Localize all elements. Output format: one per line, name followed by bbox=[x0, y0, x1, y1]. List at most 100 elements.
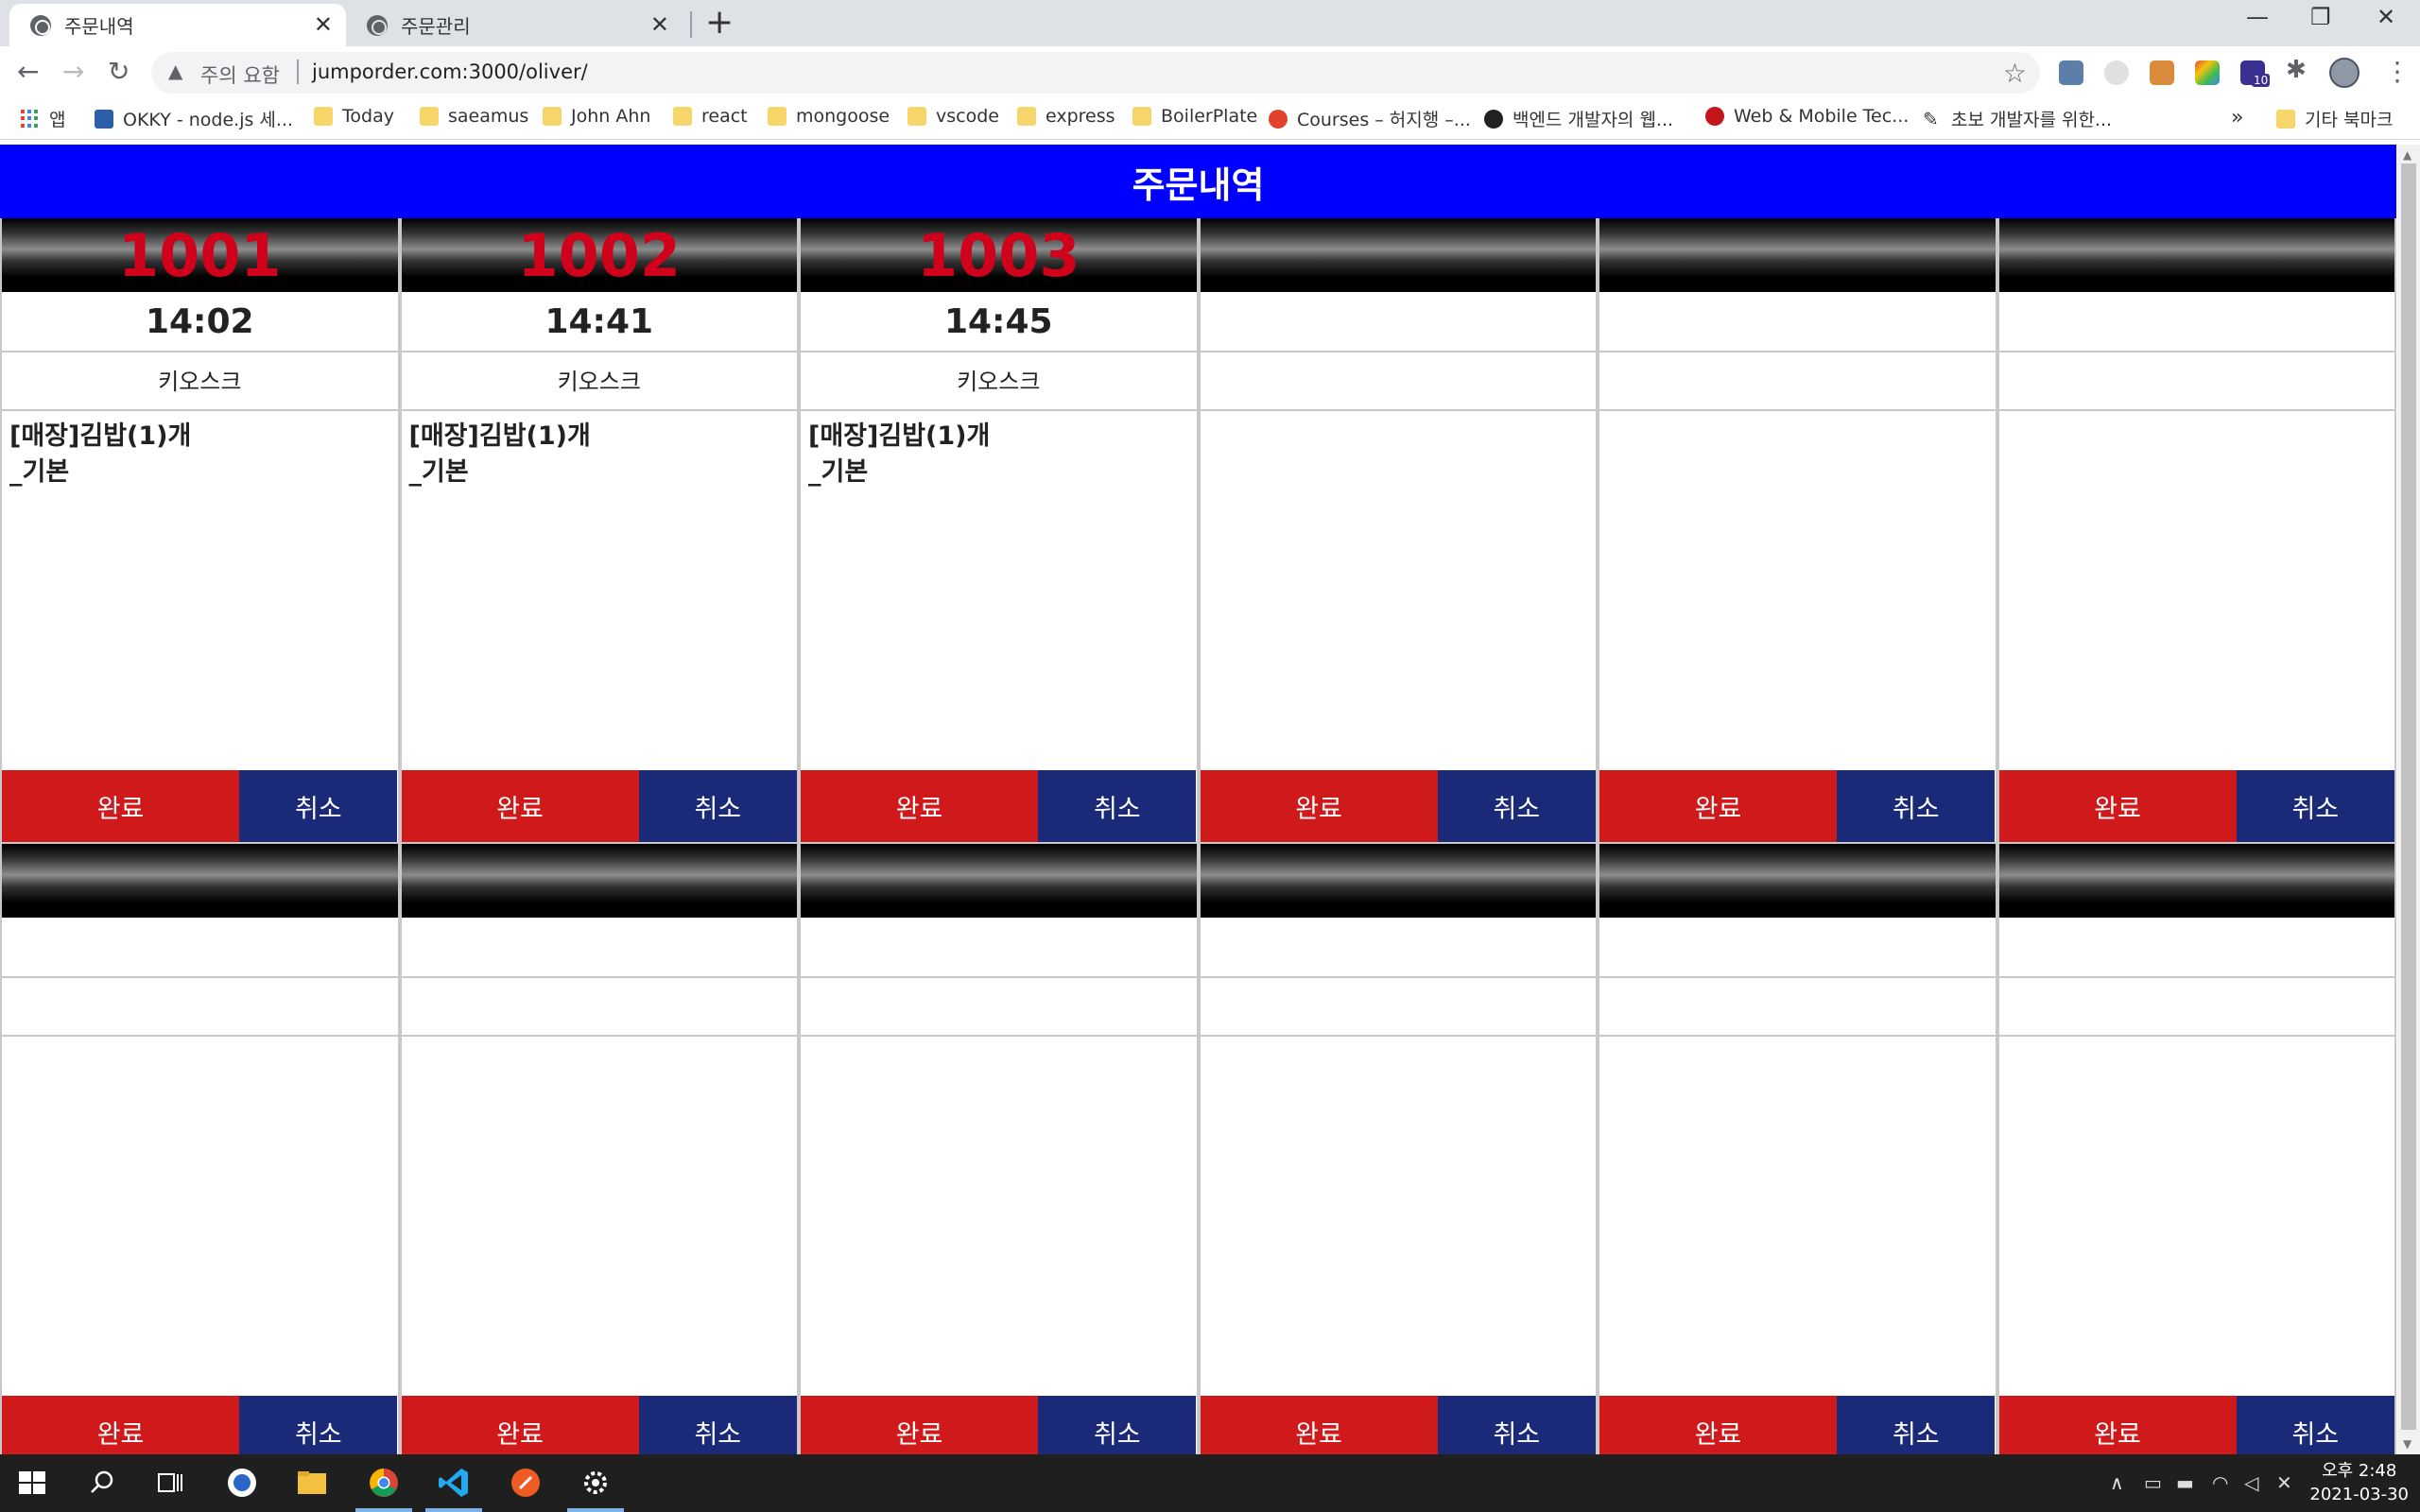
cancel-button[interactable]: 취소 bbox=[638, 770, 797, 842]
order-items bbox=[2, 1037, 398, 1396]
wifi-icon[interactable]: ◠ bbox=[2212, 1471, 2228, 1494]
tab-close-icon[interactable]: ✕ bbox=[650, 13, 669, 36]
forward-icon[interactable]: → bbox=[62, 56, 84, 88]
other-bookmarks-folder[interactable]: 기타 북마크 bbox=[2276, 106, 2393, 131]
complete-button[interactable]: 완료 bbox=[2, 1396, 240, 1454]
security-label[interactable]: 주의 요함 bbox=[200, 60, 280, 89]
menu-kebab-icon[interactable]: ⋮ bbox=[2384, 56, 2411, 87]
order-number bbox=[801, 844, 1197, 918]
profile-avatar[interactable] bbox=[2329, 58, 2360, 88]
cancel-button[interactable]: 취소 bbox=[1038, 1396, 1197, 1454]
bookmark-item[interactable]: Web & Mobile Tec... bbox=[1705, 106, 1909, 127]
back-icon[interactable]: ← bbox=[17, 56, 39, 88]
cortana-icon[interactable] bbox=[225, 1466, 259, 1500]
extension-icon[interactable] bbox=[2150, 60, 2174, 85]
bookmark-item[interactable]: 백엔드 개발자의 웹... bbox=[1484, 106, 1673, 131]
cancel-button[interactable]: 취소 bbox=[239, 770, 398, 842]
order-actions: 완료 취소 bbox=[1998, 1396, 2395, 1454]
task-view-icon[interactable] bbox=[153, 1466, 187, 1500]
address-bar[interactable]: ▲ 주의 요함 jumporder.com:3000/oliver/ ☆ bbox=[151, 52, 2040, 94]
complete-button[interactable]: 완료 bbox=[801, 770, 1039, 842]
windows-taskbar: ∧ ▭ ▬ ◠ ◁ ✕ 오후 2:48 2021-03-30 bbox=[0, 1454, 2420, 1512]
order-card: 완료 취소 bbox=[1598, 844, 1997, 1454]
complete-button[interactable]: 완료 bbox=[401, 1396, 639, 1454]
windows-start-icon[interactable] bbox=[15, 1466, 49, 1500]
bookmark-folder[interactable]: express bbox=[1017, 106, 1115, 127]
cancel-button[interactable]: 취소 bbox=[1038, 770, 1197, 842]
bookmark-folder[interactable]: react bbox=[673, 106, 748, 127]
bookmark-folder[interactable]: BoilerPlate bbox=[1132, 106, 1257, 127]
cancel-button[interactable]: 취소 bbox=[638, 1396, 797, 1454]
complete-button[interactable]: 완료 bbox=[1998, 770, 2237, 842]
tray-chevron-icon[interactable]: ∧ bbox=[2110, 1471, 2124, 1494]
order-items bbox=[1201, 1037, 1597, 1396]
scroll-up-icon[interactable]: ▲ bbox=[2403, 148, 2411, 162]
cancel-button[interactable]: 취소 bbox=[239, 1396, 398, 1454]
bookmark-item[interactable]: ✎ 초보 개발자를 위한... bbox=[1923, 106, 2112, 131]
bookmark-apps[interactable]: 앱 bbox=[21, 106, 65, 131]
cancel-button[interactable]: 취소 bbox=[1437, 1396, 1596, 1454]
minimize-icon[interactable]: — bbox=[2246, 4, 2269, 30]
browser-tab-active[interactable]: 주문내역 ✕ bbox=[9, 4, 346, 46]
extension-icon[interactable] bbox=[2195, 60, 2220, 85]
bookmark-folder[interactable]: mongoose bbox=[768, 106, 890, 127]
order-items bbox=[1599, 1037, 1996, 1396]
meet-now-icon[interactable]: ▭ bbox=[2144, 1471, 2162, 1494]
order-item-option: _기본 bbox=[408, 457, 469, 487]
complete-button[interactable]: 완료 bbox=[1599, 770, 1838, 842]
complete-button[interactable]: 완료 bbox=[1200, 770, 1438, 842]
extension-badge-icon[interactable]: 10 bbox=[2240, 60, 2271, 87]
order-source bbox=[1200, 978, 1596, 1037]
extension-icon[interactable] bbox=[2059, 60, 2083, 85]
complete-button[interactable]: 완료 bbox=[2, 770, 240, 842]
bookmark-folder[interactable]: John Ahn bbox=[543, 106, 650, 127]
extension-icon[interactable] bbox=[2104, 60, 2129, 85]
bookmark-item[interactable]: OKKY - node.js 세... bbox=[95, 106, 293, 131]
cancel-button[interactable]: 취소 bbox=[1837, 1396, 1996, 1454]
apple-icon bbox=[1269, 109, 1288, 129]
file-explorer-icon[interactable] bbox=[295, 1466, 329, 1500]
bookmark-folder[interactable]: saeamus bbox=[420, 106, 528, 127]
order-time bbox=[1998, 918, 2394, 978]
complete-button[interactable]: 완료 bbox=[801, 1396, 1039, 1454]
bookmark-folder[interactable]: vscode bbox=[908, 106, 999, 127]
bookmark-star-icon[interactable]: ☆ bbox=[2003, 58, 2027, 89]
search-icon[interactable] bbox=[85, 1466, 119, 1500]
order-number bbox=[1599, 844, 1996, 918]
browser-tab[interactable]: 주문관리 ✕ bbox=[346, 4, 683, 46]
bookmark-label: 기타 북마크 bbox=[2305, 110, 2394, 130]
volume-icon[interactable]: ◁ bbox=[2244, 1471, 2258, 1494]
bookmark-folder[interactable]: Today bbox=[314, 106, 394, 127]
bookmark-item[interactable]: Courses – 허지행 –... bbox=[1269, 106, 1471, 131]
cancel-button[interactable]: 취소 bbox=[2236, 770, 2394, 842]
tab-close-icon[interactable]: ✕ bbox=[314, 13, 333, 36]
window-close-icon[interactable]: ✕ bbox=[2377, 4, 2395, 30]
warning-icon[interactable]: ▲ bbox=[168, 60, 182, 82]
scroll-down-icon[interactable]: ▼ bbox=[2403, 1437, 2411, 1451]
scrollbar-thumb[interactable] bbox=[2401, 163, 2416, 1430]
chrome-icon[interactable] bbox=[367, 1466, 401, 1500]
bookmarks-overflow-button[interactable]: » bbox=[2231, 106, 2243, 129]
order-number bbox=[1599, 218, 1996, 292]
settings-icon[interactable] bbox=[579, 1466, 613, 1500]
postman-icon[interactable] bbox=[509, 1466, 543, 1500]
complete-button[interactable]: 완료 bbox=[1998, 1396, 2237, 1454]
complete-button[interactable]: 완료 bbox=[1599, 1396, 1838, 1454]
url-text[interactable]: jumporder.com:3000/oliver/ bbox=[312, 60, 588, 83]
battery-icon[interactable]: ▬ bbox=[2176, 1471, 2194, 1494]
complete-button[interactable]: 완료 bbox=[1200, 1396, 1438, 1454]
complete-button[interactable]: 완료 bbox=[401, 770, 639, 842]
vertical-scrollbar[interactable]: ▲ ▼ bbox=[2397, 145, 2420, 1454]
new-tab-button[interactable]: + bbox=[705, 6, 734, 40]
input-method-icon[interactable]: ✕ bbox=[2276, 1471, 2292, 1494]
order-number: 1003 bbox=[801, 218, 1197, 292]
vscode-icon[interactable] bbox=[437, 1466, 471, 1500]
system-clock[interactable]: 오후 2:48 2021-03-30 bbox=[2309, 1459, 2409, 1506]
cancel-button[interactable]: 취소 bbox=[1437, 770, 1596, 842]
extensions-puzzle-icon[interactable]: ✱ bbox=[2286, 56, 2307, 84]
reload-icon[interactable]: ↻ bbox=[108, 56, 130, 88]
restore-icon[interactable]: ❐ bbox=[2310, 4, 2331, 30]
folder-icon bbox=[543, 107, 562, 126]
cancel-button[interactable]: 취소 bbox=[1837, 770, 1996, 842]
cancel-button[interactable]: 취소 bbox=[2236, 1396, 2394, 1454]
